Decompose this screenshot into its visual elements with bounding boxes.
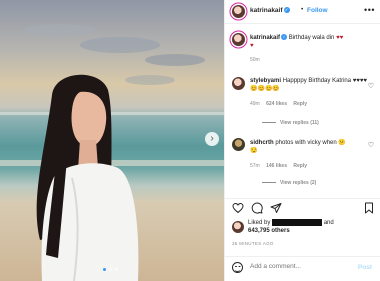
photo-illustration: [0, 24, 224, 281]
like-heart-icon[interactable]: [232, 202, 244, 214]
view-replies-button[interactable]: View replies (2): [262, 180, 316, 186]
emoji-icon[interactable]: [232, 262, 243, 273]
liked-by-prefix: Liked by: [248, 220, 271, 227]
share-icon[interactable]: [270, 202, 282, 214]
comment-meta: 57m 146 likes Reply: [250, 163, 307, 169]
comment-avatar[interactable]: [232, 138, 245, 151]
view-replies-button[interactable]: View replies (11): [262, 120, 319, 126]
comment-text: Happppy Birthday Katrina ♥♥♥♥: [282, 78, 367, 84]
comment-text: photos with vicky when: [275, 140, 337, 146]
reply-button[interactable]: Reply: [293, 101, 307, 107]
likes-count[interactable]: 643,795 others: [248, 228, 290, 234]
caption-extra-emoji: ♥: [250, 43, 254, 49]
save-bookmark-icon[interactable]: [363, 202, 375, 214]
caption-age: 50m: [250, 57, 260, 63]
comment-likes[interactable]: 624 likes: [266, 101, 287, 107]
verified-icon: ✓: [283, 7, 290, 14]
comment-age: 57m: [250, 163, 260, 169]
caption-username[interactable]: katrinakaif: [250, 35, 280, 41]
comment-username[interactable]: sidhcrth: [250, 140, 274, 146]
comment-meta: 49m 624 likes Reply: [250, 101, 307, 107]
carousel-dot: [109, 268, 112, 271]
more-options-icon[interactable]: •••: [364, 5, 375, 15]
comment-avatar[interactable]: [232, 77, 245, 90]
comment-input[interactable]: [250, 263, 350, 270]
header-separator: •: [301, 6, 304, 13]
redacted-username: [272, 219, 323, 226]
comment-item: sidhcrth photos with vicky when 😕 😏: [250, 139, 368, 155]
carousel-dots: [103, 268, 118, 271]
comment-emoji: 😊😊😊😊: [250, 86, 280, 92]
post-side-panel: katrinakaif ✓ • Follow ••• katrinakaif ✓ B…: [224, 0, 380, 281]
like-comment-heart-icon[interactable]: ♡: [368, 141, 374, 149]
caption-text: Birthday wala din: [288, 35, 335, 41]
liked-by-suffix: and: [323, 220, 334, 227]
caption: katrinakaif ✓ Birthday wala din ♥♥ ♥: [250, 34, 375, 50]
post-actions-bar: [225, 198, 380, 218]
comment-age: 49m: [250, 101, 260, 107]
follow-button[interactable]: Follow: [307, 7, 328, 14]
comment-likes[interactable]: 146 likes: [266, 163, 287, 169]
post-comment-button[interactable]: Post: [358, 264, 372, 271]
post-timestamp: 36 MINUTES AGO: [232, 241, 274, 246]
caption-emoji: ♥♥: [336, 35, 344, 41]
comment-username[interactable]: stylebyami: [250, 78, 281, 84]
carousel-dot: [103, 268, 106, 271]
comment-icon[interactable]: [251, 202, 263, 214]
comment-emoji: 😕: [338, 140, 346, 146]
avatar[interactable]: [232, 5, 245, 18]
caption-avatar[interactable]: [232, 33, 245, 46]
header-username[interactable]: katrinakaif ✓: [250, 7, 290, 14]
verified-icon: ✓: [281, 34, 288, 41]
like-comment-heart-icon[interactable]: ♡: [368, 82, 374, 90]
post-header: katrinakaif ✓ • Follow •••: [225, 0, 380, 24]
reply-button[interactable]: Reply: [293, 163, 307, 169]
carousel-dot: [115, 268, 118, 271]
post-photo[interactable]: ›: [0, 0, 224, 281]
comment-item: stylebyami Happppy Birthday Katrina ♥♥♥♥…: [250, 77, 368, 93]
liked-by-text: Liked by and 643,795 others: [248, 219, 334, 235]
carousel-next-icon[interactable]: ›: [205, 132, 219, 146]
liked-by-avatar[interactable]: [232, 221, 244, 233]
comment-emoji-2: 😏: [250, 148, 258, 154]
